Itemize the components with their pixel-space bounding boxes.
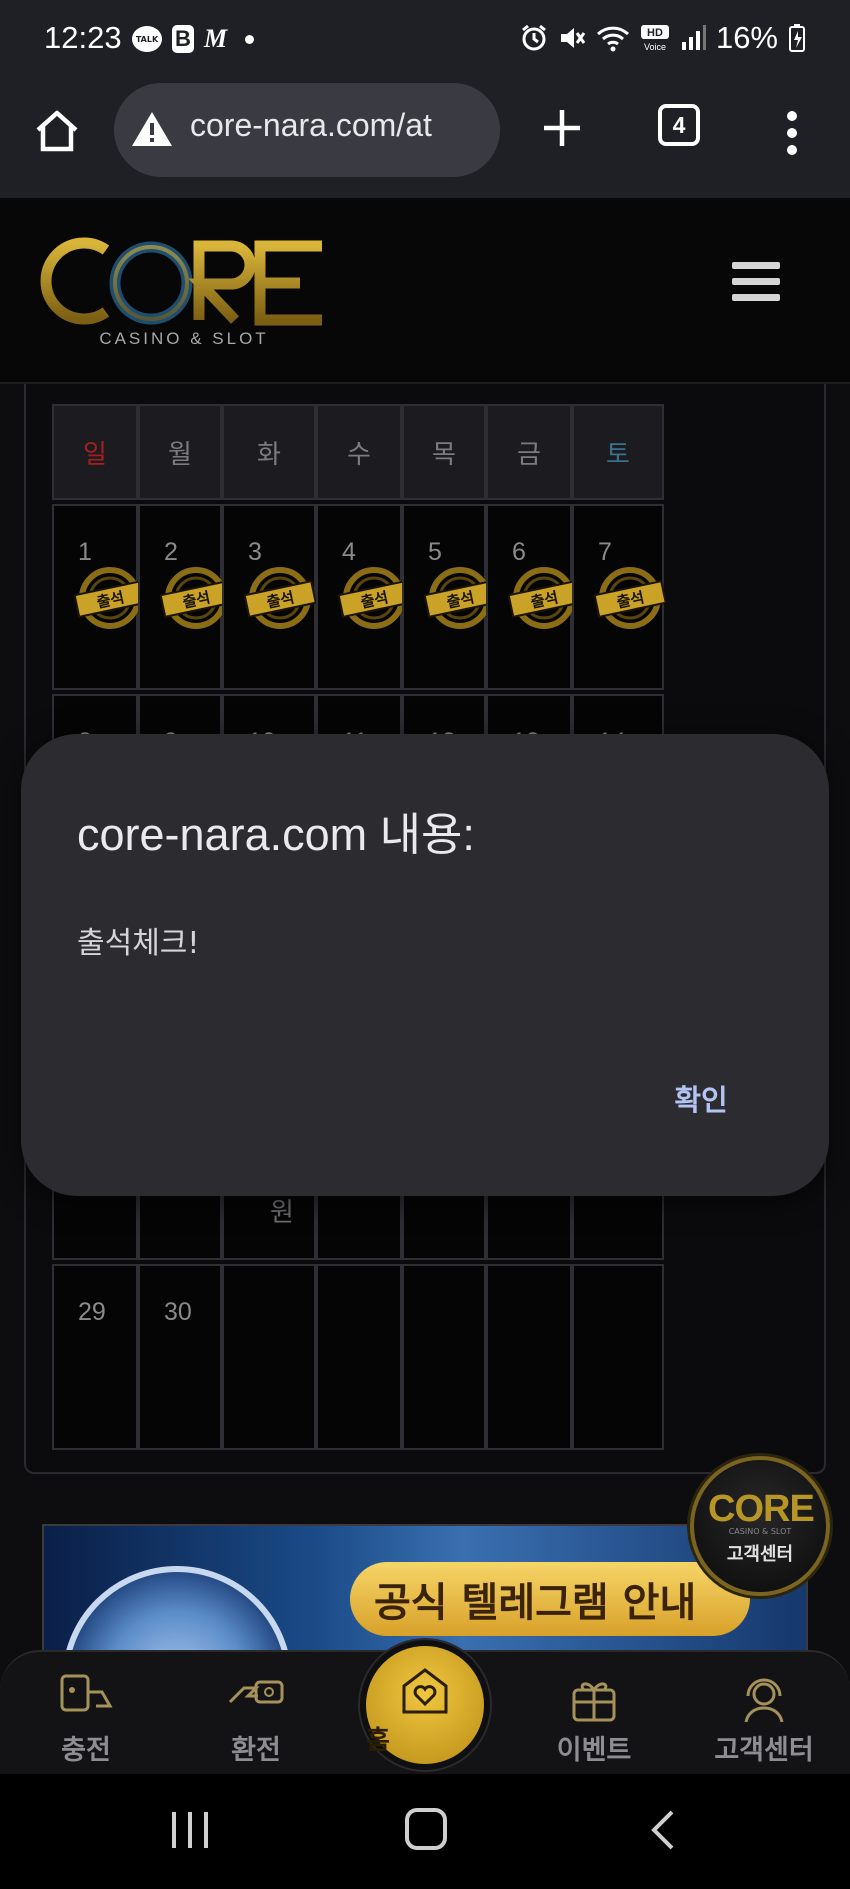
- dialog-title: core-nara.com 내용:: [77, 809, 475, 860]
- more-notifications-icon: [245, 34, 255, 44]
- wifi-icon: [596, 26, 629, 52]
- weekday-header: 일: [52, 404, 138, 500]
- new-tab-icon[interactable]: [538, 104, 586, 152]
- badge-logo: CORE: [708, 1488, 815, 1530]
- weekday-header: 목: [402, 404, 486, 500]
- telegram-icon: [62, 1566, 292, 1652]
- more-menu-icon[interactable]: [786, 110, 798, 156]
- hd-voice-icon: HD Voice: [640, 25, 669, 52]
- nav-exchange-label: 환전: [231, 1735, 281, 1766]
- day-number: 4: [342, 538, 356, 566]
- day-number: 1: [78, 538, 92, 566]
- day-number: 6: [512, 538, 526, 566]
- nav-charge-label: 충전: [61, 1735, 111, 1766]
- calendar-day-cell[interactable]: 2 출석: [138, 504, 233, 690]
- support-floating-button[interactable]: CORE CASINO & SLOT 고객센터: [690, 1456, 830, 1596]
- nav-home-label: 홈: [366, 1726, 390, 1756]
- weekday-header: 금: [486, 404, 572, 500]
- calendar-day-cell[interactable]: 4 출석: [316, 504, 411, 690]
- calendar-day-cell[interactable]: 3 출석: [222, 504, 317, 690]
- calendar-day-cell[interactable]: 1 출석: [52, 504, 147, 690]
- system-home-icon[interactable]: [405, 1808, 447, 1850]
- signal-icon: [681, 25, 706, 50]
- nav-charge[interactable]: 충전: [16, 1668, 156, 1768]
- day-number: 7: [598, 538, 612, 566]
- attendance-stamp-icon: 출석: [593, 567, 667, 629]
- attendance-stamp-icon: 출석: [73, 567, 147, 629]
- exchange-icon: [228, 1680, 284, 1704]
- status-bar: 12:23 TALK B M HD Voice 16%: [0, 0, 850, 80]
- tab-switcher-button[interactable]: 4: [658, 104, 700, 146]
- logo-subtitle: CASINO & SLOT: [99, 329, 268, 348]
- alert-dialog: core-nara.com 내용: 출석체크! 확인: [21, 734, 829, 1196]
- calendar-day-cell[interactable]: 7 출석: [572, 504, 667, 690]
- hamburger-menu-icon[interactable]: [732, 262, 780, 304]
- attendance-stamp-icon: 출석: [337, 567, 411, 629]
- banner-text: 공식 텔레그램 안내: [374, 1580, 697, 1626]
- calendar-day-cell[interactable]: 29: [52, 1264, 138, 1450]
- day-number: 30: [164, 1298, 192, 1326]
- warning-icon[interactable]: [130, 109, 174, 149]
- home-icon[interactable]: [32, 106, 82, 156]
- calendar-day-cell[interactable]: [486, 1264, 572, 1450]
- alarm-icon: [522, 24, 546, 51]
- m-app-icon: M: [204, 24, 228, 53]
- svg-text:HD: HD: [647, 27, 663, 39]
- battery-percent: 16%: [715, 20, 778, 55]
- day-number: 3: [248, 538, 262, 566]
- calendar-day-cell[interactable]: 30: [138, 1264, 222, 1450]
- badge-label: 고객센터: [726, 1544, 794, 1565]
- browser-toolbar: core-nara.com/at 4: [0, 80, 850, 198]
- battery-icon: [789, 24, 805, 52]
- day-number: 2: [164, 538, 178, 566]
- back-icon[interactable]: [648, 1808, 678, 1852]
- calendar-day-cell[interactable]: [572, 1264, 664, 1450]
- weekday-header: 토: [572, 404, 664, 500]
- dialog-ok-button[interactable]: 확인: [641, 1070, 761, 1130]
- cell-note: 원: [270, 1198, 294, 1228]
- site-header: CASINO & SLOT: [0, 198, 850, 384]
- url-text: core-nara.com/at: [190, 107, 432, 143]
- calendar-day-cell[interactable]: [402, 1264, 486, 1450]
- weekday-header: 화: [222, 404, 316, 500]
- b-app-icon: B: [172, 25, 194, 53]
- weekday-header: 수: [316, 404, 402, 500]
- attendance-stamp-icon: 출석: [243, 567, 317, 629]
- nav-support-label: 고객센터: [714, 1735, 814, 1766]
- nav-home-button[interactable]: 홈: [360, 1640, 490, 1770]
- dialog-message: 출석체크!: [77, 926, 200, 961]
- system-status-icons: HD Voice 16%: [520, 20, 806, 56]
- day-number: 29: [78, 1298, 106, 1326]
- calendar-day-cell[interactable]: [316, 1264, 402, 1450]
- gift-icon: [572, 1682, 616, 1722]
- mute-icon: [560, 28, 586, 48]
- recents-icon[interactable]: [170, 1810, 210, 1850]
- support-icon: [744, 1678, 784, 1723]
- nav-event-label: 이벤트: [556, 1735, 632, 1766]
- core-logo[interactable]: CASINO & SLOT: [34, 228, 324, 348]
- notification-icons: TALK B M: [132, 24, 255, 54]
- calendar-day-cell[interactable]: [222, 1264, 316, 1450]
- calendar-day-cell[interactable]: 6 출석: [486, 504, 581, 690]
- badge-subtitle: CASINO & SLOT: [728, 1527, 792, 1536]
- system-navigation-bar: [0, 1774, 850, 1889]
- status-time: 12:23: [44, 20, 122, 55]
- address-bar[interactable]: core-nara.com/at: [114, 83, 500, 177]
- screen: 12:23 TALK B M HD Voice 16% core-nara.com…: [0, 0, 850, 1889]
- weekday-header: 월: [138, 404, 222, 500]
- calendar-day-cell[interactable]: 5 출석: [402, 504, 497, 690]
- nav-support[interactable]: 고객센터: [694, 1668, 834, 1768]
- day-number: 5: [428, 538, 442, 566]
- charge-icon: [60, 1674, 113, 1712]
- nav-exchange[interactable]: 환전: [186, 1668, 326, 1768]
- nav-event[interactable]: 이벤트: [524, 1668, 664, 1768]
- svg-text:Voice: Voice: [644, 42, 666, 52]
- kakaotalk-icon: TALK: [132, 26, 162, 52]
- attendance-stamp-icon: 출석: [507, 567, 581, 629]
- home-heart-icon: [402, 1668, 448, 1714]
